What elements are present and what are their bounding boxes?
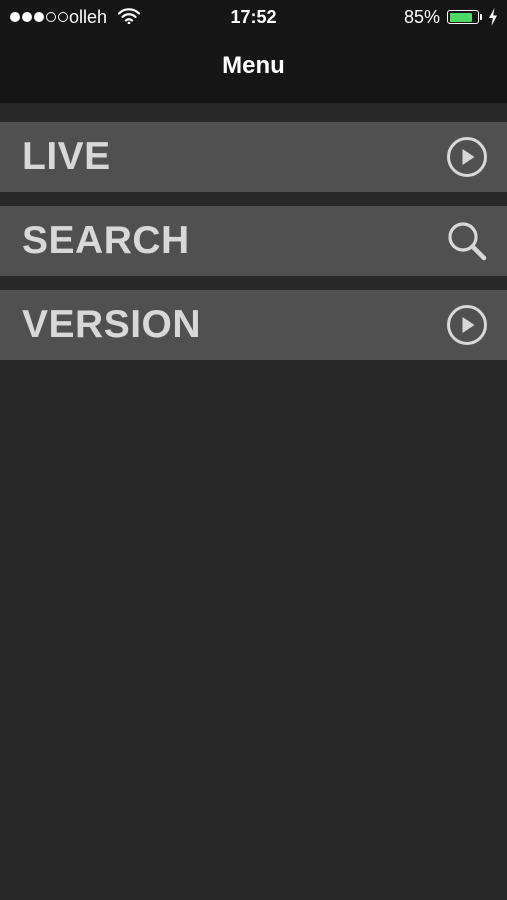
play-circle-icon [447,305,487,345]
menu-list: LIVE SEARCH VERSION [0,122,507,374]
menu-item-label: SEARCH [22,219,190,262]
menu-item-label: LIVE [22,135,111,178]
battery-level [449,12,473,22]
menu-item-version[interactable]: VERSION [0,290,507,360]
play-circle-icon [447,137,487,177]
battery-tip [480,14,482,20]
page-title: Menu [222,52,285,79]
menu-item-live[interactable]: LIVE [0,122,507,192]
status-bar: olleh 17:52 85% [0,0,507,36]
battery-percentage: 85% [403,7,440,27]
menu-item-search[interactable]: SEARCH [0,206,507,276]
menu-item-label: VERSION [22,303,202,346]
battery-icon [447,10,479,24]
header: olleh 17:52 85% Menu [0,0,507,103]
charging-icon [489,8,497,26]
search-icon [448,222,487,261]
app-screen: olleh 17:52 85% Menu LIVE SEARCH VERSION [0,0,507,900]
